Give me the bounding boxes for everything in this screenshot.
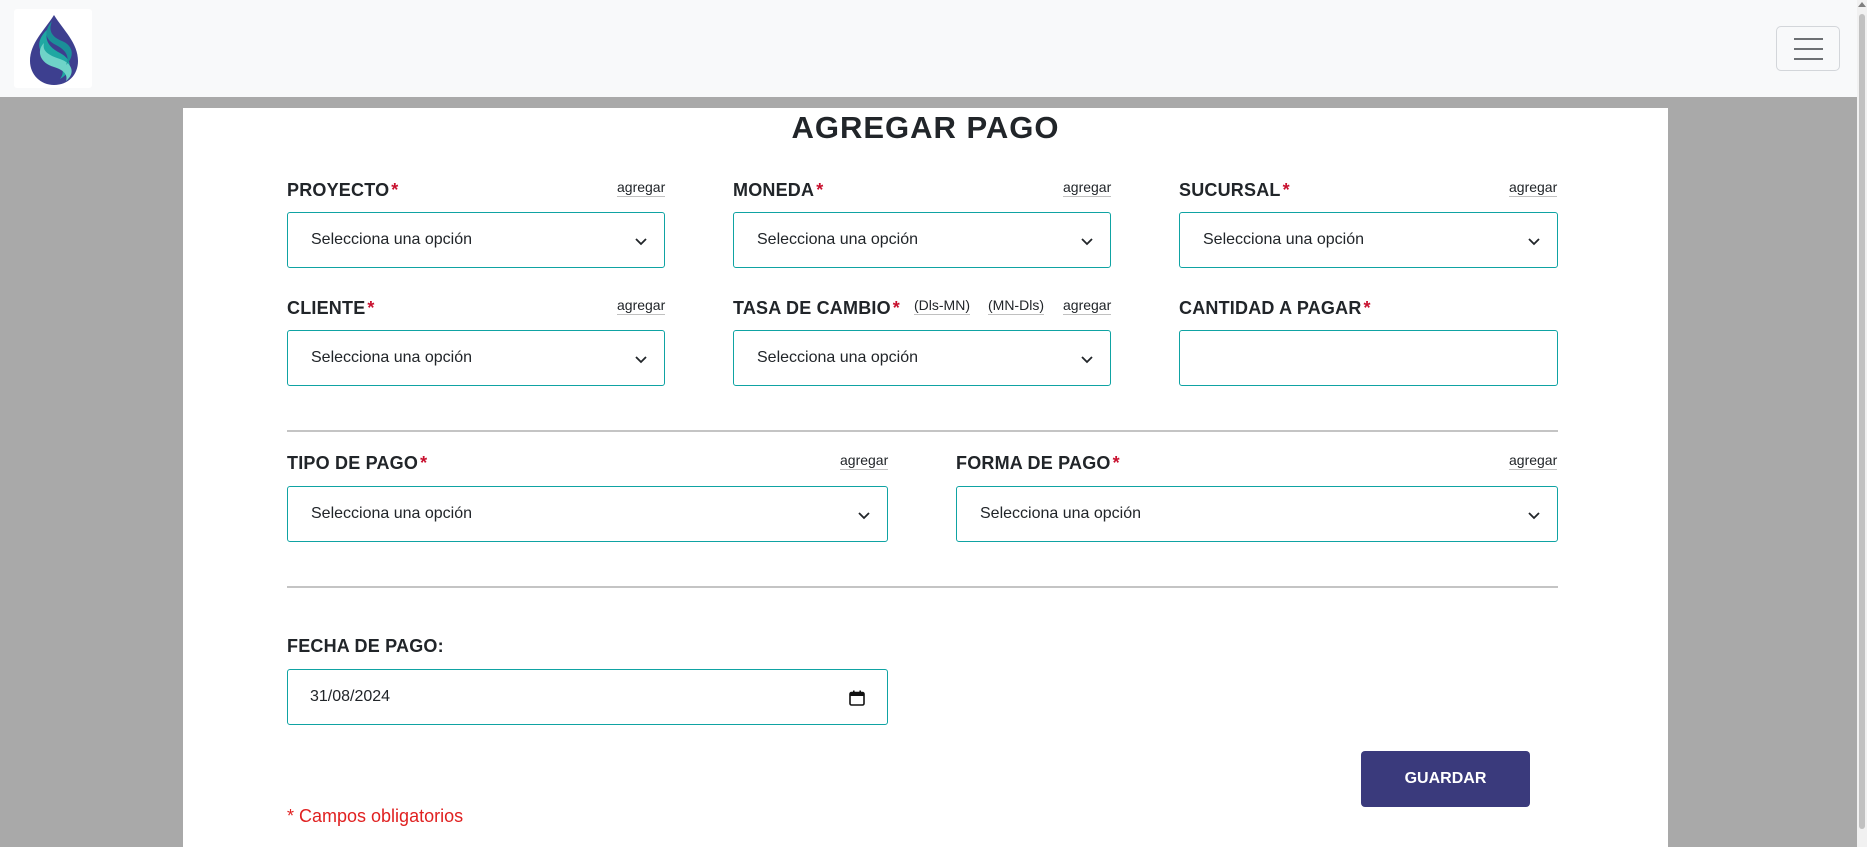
tasa-cambio-label: TASA DE CAMBIO * <box>733 298 900 319</box>
brand-logo[interactable] <box>14 9 92 88</box>
hamburger-line <box>1794 38 1823 40</box>
chevron-down-icon <box>1081 238 1093 246</box>
chevron-down-icon <box>858 512 870 520</box>
rate-dls-mn-link[interactable]: (Dls-MN) <box>914 297 970 315</box>
sucursal-select[interactable]: Selecciona una opción <box>1179 212 1558 268</box>
required-mark: * <box>1363 298 1371 318</box>
forma-pago-select-value: Selecciona una opción <box>980 505 1142 522</box>
tipo-pago-label-text: TIPO DE PAGO <box>287 453 419 473</box>
required-mark: * <box>816 180 824 200</box>
tipo-pago-select-value: Selecciona una opción <box>311 505 473 522</box>
page-title: AGREGAR PAGO <box>791 110 1060 145</box>
hamburger-line <box>1794 48 1823 50</box>
chevron-down-icon <box>635 356 647 364</box>
proyecto-select[interactable]: Selecciona una opción <box>287 212 665 268</box>
sucursal-add-link[interactable]: agregar <box>1509 179 1558 197</box>
forma-pago-add-link[interactable]: agregar <box>1509 452 1558 470</box>
scrollbar-thumb[interactable] <box>1859 14 1865 829</box>
section-divider <box>287 586 1558 588</box>
required-mark: * <box>367 298 375 318</box>
fecha-pago-value: 31/08/2024 <box>310 688 391 705</box>
top-navbar <box>0 0 1857 97</box>
moneda-select[interactable]: Selecciona una opción <box>733 212 1111 268</box>
tasa-cambio-select[interactable]: Selecciona una opción <box>733 330 1111 386</box>
proyecto-select-value: Selecciona una opción <box>311 231 473 248</box>
forma-pago-label: FORMA DE PAGO * <box>956 453 1120 474</box>
save-button[interactable]: GUARDAR <box>1361 751 1530 807</box>
proyecto-label: PROYECTO * <box>287 180 399 201</box>
moneda-label: MONEDA * <box>733 180 823 201</box>
chevron-down-icon <box>1528 512 1540 520</box>
fecha-pago-label: FECHA DE PAGO: <box>287 636 444 656</box>
moneda-select-value: Selecciona una opción <box>757 231 919 248</box>
water-drop-logo-icon <box>30 15 78 85</box>
tipo-pago-add-link[interactable]: agregar <box>840 452 889 470</box>
tipo-pago-label: TIPO DE PAGO * <box>287 453 427 474</box>
menu-toggle-button[interactable] <box>1776 26 1840 71</box>
forma-pago-select[interactable]: Selecciona una opción <box>956 486 1558 542</box>
tasa-cambio-select-value: Selecciona una opción <box>757 349 919 366</box>
vertical-scrollbar[interactable] <box>1857 0 1867 847</box>
scroll-up-arrow-icon[interactable] <box>1858 2 1866 7</box>
cliente-add-link[interactable]: agregar <box>617 297 666 315</box>
cliente-select[interactable]: Selecciona una opción <box>287 330 665 386</box>
moneda-add-link[interactable]: agregar <box>1063 179 1112 197</box>
payment-form-card: AGREGAR PAGO PROYECTO * agregar Seleccion… <box>183 108 1668 847</box>
required-fields-note: * Campos obligatorios <box>287 806 464 826</box>
section-divider <box>287 430 1558 432</box>
hamburger-line <box>1794 58 1823 60</box>
required-mark: * <box>1112 453 1120 473</box>
forma-pago-label-text: FORMA DE PAGO <box>956 453 1111 473</box>
sucursal-label-text: SUCURSAL <box>1179 180 1281 200</box>
chevron-down-icon <box>1081 356 1093 364</box>
cliente-label-text: CLIENTE <box>287 298 366 318</box>
rate-mn-dls-link[interactable]: (MN-Dls) <box>988 297 1044 315</box>
required-mark: * <box>391 180 399 200</box>
required-mark: * <box>892 298 901 318</box>
cantidad-input[interactable] <box>1179 330 1558 386</box>
sucursal-label: SUCURSAL * <box>1179 180 1290 201</box>
tipo-pago-select[interactable]: Selecciona una opción <box>287 486 888 542</box>
cantidad-label: CANTIDAD A PAGAR * <box>1179 298 1371 319</box>
cliente-select-value: Selecciona una opción <box>311 349 473 366</box>
sucursal-select-value: Selecciona una opción <box>1203 231 1365 248</box>
required-mark: * <box>420 453 428 473</box>
cantidad-label-text: CANTIDAD A PAGAR <box>1179 298 1362 318</box>
fecha-pago-input[interactable]: 31/08/2024 <box>287 669 888 725</box>
required-mark: * <box>1282 180 1290 200</box>
proyecto-add-link[interactable]: agregar <box>617 179 666 197</box>
cliente-label: CLIENTE * <box>287 298 375 319</box>
moneda-label-text: MONEDA <box>733 180 815 200</box>
chevron-down-icon <box>1528 238 1540 246</box>
calendar-icon[interactable] <box>849 690 865 706</box>
tasa-cambio-label-text: TASA DE CAMBIO <box>733 298 891 318</box>
chevron-down-icon <box>635 238 647 246</box>
proyecto-label-text: PROYECTO <box>287 180 390 200</box>
tasa-cambio-add-link[interactable]: agregar <box>1063 297 1112 315</box>
